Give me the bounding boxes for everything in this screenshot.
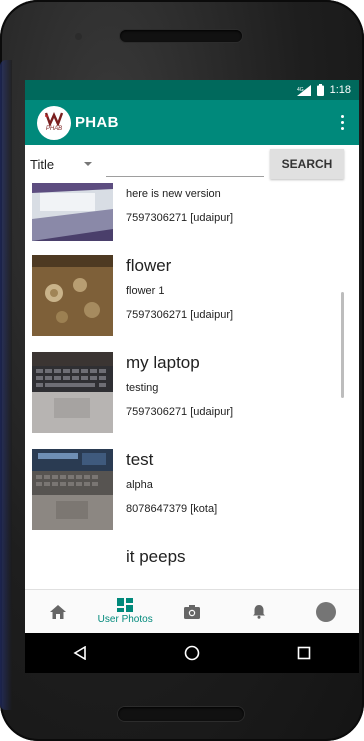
list-item[interactable]: test alpha 8078647379 [kota] bbox=[25, 447, 359, 544]
post-title: flower bbox=[126, 256, 172, 275]
nav-user-photos-label: User Photos bbox=[97, 614, 153, 625]
logo-mark-icon bbox=[44, 112, 64, 126]
nav-camera[interactable] bbox=[159, 590, 226, 633]
search-button[interactable]: SEARCH bbox=[270, 149, 344, 179]
list-item[interactable]: flower flower 1 7597306271 [udaipur] bbox=[25, 253, 359, 350]
avatar-icon bbox=[315, 601, 336, 622]
app-title: PHAB bbox=[75, 114, 119, 131]
post-description: flower 1 bbox=[126, 285, 165, 297]
list-item[interactable]: here is new version 7597306271 [udaipur] bbox=[25, 183, 359, 253]
clock: 1:18 bbox=[329, 84, 351, 96]
back-icon[interactable] bbox=[73, 646, 87, 660]
screen: 4G 1:18 PHAB PHAB Title SEARCH here is n… bbox=[25, 80, 359, 673]
search-bar: Title SEARCH bbox=[25, 145, 359, 183]
front-camera bbox=[75, 33, 82, 40]
search-input[interactable] bbox=[106, 151, 264, 177]
post-contact: 7597306271 [udaipur] bbox=[126, 309, 234, 321]
post-contact: 7597306271 [udaipur] bbox=[126, 212, 234, 224]
logo-text: PHAB bbox=[45, 126, 63, 132]
post-contact: 8078647379 [kota] bbox=[126, 503, 218, 515]
app-logo: PHAB bbox=[37, 105, 71, 140]
phone-edge bbox=[0, 60, 12, 710]
post-description: here is new version bbox=[126, 188, 221, 200]
list-item[interactable]: it peeps bbox=[25, 544, 359, 589]
filter-dropdown[interactable]: Title bbox=[30, 152, 100, 176]
post-description: testing bbox=[126, 382, 159, 394]
camera-icon bbox=[183, 604, 200, 619]
recents-icon[interactable] bbox=[297, 646, 311, 660]
filter-selected-value: Title bbox=[30, 156, 55, 172]
scrollbar[interactable] bbox=[341, 292, 344, 398]
bell-icon bbox=[252, 605, 265, 619]
post-thumbnail[interactable] bbox=[32, 183, 113, 241]
app-bar: PHAB PHAB bbox=[25, 100, 359, 145]
post-description: alpha bbox=[126, 479, 153, 491]
bottom-speaker bbox=[118, 707, 244, 721]
nav-home[interactable] bbox=[25, 590, 92, 633]
nav-profile[interactable] bbox=[292, 590, 359, 633]
post-title: my laptop bbox=[126, 353, 200, 372]
post-title: it peeps bbox=[126, 547, 186, 566]
status-bar: 4G 1:18 bbox=[25, 80, 359, 100]
home-circle-icon[interactable] bbox=[184, 645, 200, 661]
phone-frame: 4G 1:18 PHAB PHAB Title SEARCH here is n… bbox=[0, 0, 364, 741]
dropdown-caret-icon bbox=[84, 162, 92, 166]
home-icon bbox=[50, 604, 67, 619]
post-contact: 7597306271 [udaipur] bbox=[126, 406, 234, 418]
signal-icon: 4G bbox=[296, 84, 311, 96]
nav-user-photos[interactable]: User Photos bbox=[92, 590, 159, 633]
system-navigation-bar bbox=[25, 633, 359, 673]
post-title: test bbox=[126, 450, 154, 469]
more-vert-icon[interactable] bbox=[335, 111, 349, 135]
post-thumbnail[interactable] bbox=[32, 352, 113, 433]
post-thumbnail[interactable] bbox=[32, 546, 113, 589]
svg-text:4G: 4G bbox=[297, 87, 304, 93]
bottom-navigation: User Photos bbox=[25, 589, 359, 633]
grid-icon bbox=[117, 598, 134, 612]
nav-notifications[interactable] bbox=[225, 590, 292, 633]
top-speaker bbox=[120, 30, 242, 42]
battery-icon bbox=[316, 84, 324, 96]
list-item[interactable]: my laptop testing 7597306271 [udaipur] bbox=[25, 350, 359, 447]
post-thumbnail[interactable] bbox=[32, 449, 113, 530]
post-thumbnail[interactable] bbox=[32, 255, 113, 336]
post-list[interactable]: here is new version 7597306271 [udaipur] bbox=[25, 183, 359, 589]
